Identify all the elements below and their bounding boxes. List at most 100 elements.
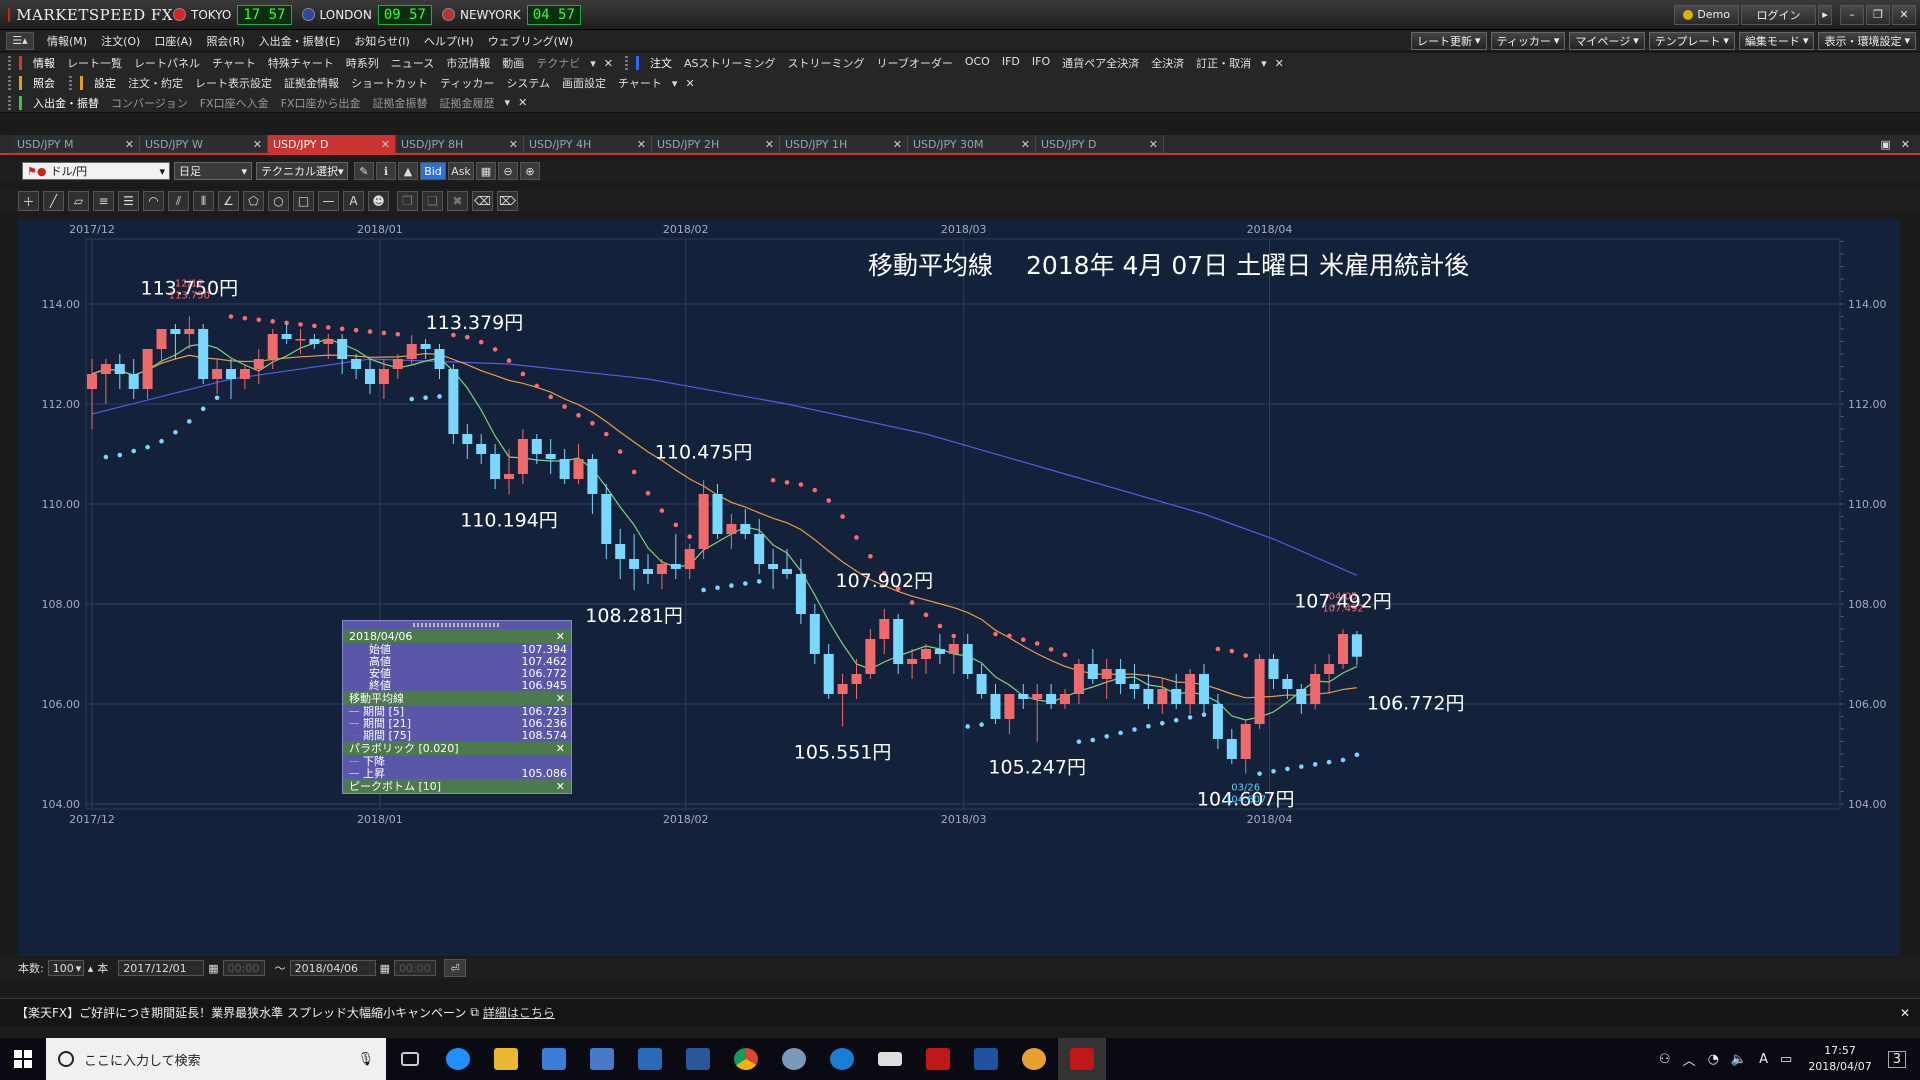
menu-item[interactable]: 口座(A) bbox=[147, 33, 199, 49]
tab-close-icon[interactable]: ✕ bbox=[1021, 138, 1030, 151]
settings-menu-item[interactable]: レート表示設定 bbox=[189, 75, 278, 91]
task-view-icon[interactable] bbox=[386, 1038, 434, 1080]
info-menu-item[interactable]: レート一覧 bbox=[61, 55, 128, 71]
tab-close-icon[interactable]: ✕ bbox=[893, 138, 902, 151]
chart-type-icon[interactable]: ▦ bbox=[476, 162, 496, 180]
chart-tab[interactable]: USD/JPY 4H ✕ bbox=[524, 135, 652, 153]
app-orange-icon[interactable] bbox=[1010, 1038, 1058, 1080]
info-icon[interactable]: ℹ bbox=[376, 162, 396, 180]
calendar-icon[interactable]: ▦ bbox=[380, 962, 390, 975]
menu-right-button[interactable]: レート更新 ▾ bbox=[1411, 31, 1487, 50]
rectangle-icon[interactable]: □ bbox=[293, 191, 314, 211]
close-icon[interactable]: ✕ bbox=[1900, 1006, 1910, 1020]
funds-menu-item[interactable]: FX口座へ入金 bbox=[194, 95, 275, 111]
word-icon[interactable] bbox=[674, 1038, 722, 1080]
tab-close-icon[interactable]: ✕ bbox=[253, 138, 262, 151]
close-icon[interactable]: ✕ bbox=[556, 780, 565, 793]
polygon-icon[interactable]: ⬠ bbox=[243, 191, 264, 211]
count-select[interactable]: 100 ▾ bbox=[47, 960, 84, 976]
menu-right-button[interactable]: 表示・環境設定 ▾ bbox=[1818, 31, 1916, 50]
bid-button[interactable]: Bid bbox=[420, 162, 446, 180]
query-head[interactable]: 照会 bbox=[27, 75, 61, 91]
dropdown-arrow-icon[interactable]: ▾ bbox=[501, 96, 515, 109]
settings-menu-item[interactable]: システム bbox=[500, 75, 556, 91]
tab-close-icon[interactable]: ✕ bbox=[125, 138, 134, 151]
tab-close-icon[interactable]: ✕ bbox=[509, 138, 518, 151]
action-center-icon[interactable]: 3 bbox=[1887, 1050, 1906, 1068]
circle-icon[interactable]: ○ bbox=[268, 191, 289, 211]
close-pane-icon[interactable]: ✕ bbox=[1901, 138, 1910, 151]
menu-right-button[interactable]: ティッカー ▾ bbox=[1490, 31, 1566, 50]
ask-button[interactable]: Ask bbox=[448, 162, 474, 180]
close-icon[interactable]: ✕ bbox=[556, 630, 565, 643]
info-menu-item[interactable]: 動画 bbox=[496, 55, 530, 71]
chrome-icon[interactable] bbox=[722, 1038, 770, 1080]
tray-expand-icon[interactable]: ︿ bbox=[1683, 1050, 1696, 1069]
erase-all-icon[interactable]: ⌦ bbox=[497, 191, 518, 211]
windows-start-icon[interactable] bbox=[0, 1038, 46, 1080]
edge-icon[interactable] bbox=[818, 1038, 866, 1080]
hlines-icon[interactable]: ≡ bbox=[93, 191, 114, 211]
close-icon[interactable]: ✕ bbox=[556, 742, 565, 755]
order-menu-item[interactable]: ASストリーミング bbox=[678, 55, 782, 71]
order-menu-item[interactable]: ストリーミング bbox=[782, 55, 871, 71]
people-icon[interactable]: ⚇ bbox=[1659, 1052, 1671, 1067]
login-arrow-icon[interactable]: ▸ bbox=[1818, 4, 1832, 25]
info-menu-item[interactable]: レートパネル bbox=[128, 55, 206, 71]
calendar-icon[interactable]: ▦ bbox=[208, 962, 218, 975]
info-panel[interactable]: 2018/04/06 ✕ 始値 107.394 高値 107.462 安値 106.772 終… bbox=[342, 620, 572, 794]
zoom-in-icon[interactable]: ⊕ bbox=[520, 162, 540, 180]
info-menu-item[interactable]: ニュース bbox=[385, 55, 440, 71]
chart-tab[interactable]: USD/JPY 30M ✕ bbox=[908, 135, 1036, 153]
chart-canvas[interactable]: 114.00 114.00 112.00 112.00 110.00 110.00 108.… bbox=[18, 219, 1900, 956]
main-menu-icon[interactable]: ☰▴ bbox=[6, 31, 34, 50]
app-window-icon[interactable] bbox=[626, 1038, 674, 1080]
technavi-link[interactable]: テクナビ bbox=[530, 55, 586, 71]
info-menu-item[interactable]: 時系列 bbox=[340, 55, 385, 71]
funds-menu-item[interactable]: コンバージョン bbox=[105, 95, 194, 111]
tab-close-icon[interactable]: ✕ bbox=[1149, 138, 1158, 151]
settings-menu-item[interactable]: ショートカット bbox=[345, 75, 434, 91]
menu-item[interactable]: 注文(O) bbox=[94, 33, 147, 49]
info-menu-item[interactable]: 特殊チャート bbox=[262, 55, 340, 71]
chart-tab[interactable]: USD/JPY 2H ✕ bbox=[652, 135, 780, 153]
settings-menu-item[interactable]: チャート bbox=[612, 75, 668, 91]
angle-icon[interactable]: ∠ bbox=[218, 191, 239, 211]
order-menu-item[interactable]: IFO bbox=[1026, 55, 1056, 71]
order-menu-item[interactable]: 全決済 bbox=[1145, 55, 1190, 71]
marketspeedfx-app-icon[interactable] bbox=[1058, 1038, 1106, 1080]
dropdown-arrow-icon[interactable]: ▾ bbox=[586, 57, 600, 70]
zoom-out-icon[interactable]: ⊖ bbox=[498, 162, 518, 180]
ruler-icon[interactable]: ▱ bbox=[68, 191, 89, 211]
funds-menu-item[interactable]: 証拠金履歴 bbox=[434, 95, 501, 111]
menu-item[interactable]: 情報(M) bbox=[40, 33, 94, 49]
technical-select[interactable]: テクニカル選択 ▾ bbox=[256, 162, 348, 180]
vlines-icon[interactable]: ⦀ bbox=[193, 191, 214, 211]
pen-icon[interactable]: ✎ bbox=[354, 162, 374, 180]
store-icon[interactable] bbox=[530, 1038, 578, 1080]
tab-close-icon[interactable]: ✕ bbox=[381, 138, 390, 151]
close-x-icon[interactable]: ✕ bbox=[600, 57, 617, 70]
explorer-icon[interactable] bbox=[482, 1038, 530, 1080]
funds-menu-item[interactable]: FX口座から出金 bbox=[275, 95, 367, 111]
info-menu-item[interactable]: 市況情報 bbox=[440, 55, 496, 71]
to-date-field[interactable]: 2018/04/06 bbox=[289, 960, 376, 976]
settings-menu-item[interactable]: 証拠金情報 bbox=[278, 75, 345, 91]
eraser-icon[interactable]: ⌫ bbox=[472, 191, 493, 211]
funds-menu-item[interactable]: 証拠金振替 bbox=[367, 95, 434, 111]
stamp-icon[interactable]: ☻ bbox=[368, 191, 389, 211]
notification-toggle-icon[interactable]: ▭ bbox=[1780, 1052, 1792, 1067]
close-x-icon[interactable]: ✕ bbox=[1271, 57, 1288, 70]
order-menu-item[interactable]: IFD bbox=[996, 55, 1026, 71]
price-chart[interactable]: 114.00 114.00 112.00 112.00 110.00 110.00 108.… bbox=[18, 219, 1900, 956]
channel-icon[interactable]: ⫽ bbox=[168, 191, 189, 211]
order-menu-item[interactable]: 通貨ペア全決済 bbox=[1056, 55, 1145, 71]
order-menu-item[interactable]: OCO bbox=[959, 55, 996, 71]
chart-tab[interactable]: USD/JPY D ✕ bbox=[1036, 135, 1164, 153]
network-icon[interactable]: ◔ bbox=[1708, 1052, 1719, 1067]
menu-right-button[interactable]: 編集モード ▾ bbox=[1738, 31, 1815, 50]
menu-item[interactable]: ウェブリング(W) bbox=[481, 33, 580, 49]
menu-right-button[interactable]: テンプレート ▾ bbox=[1648, 31, 1735, 50]
maximize-pane-icon[interactable]: ▣ bbox=[1880, 138, 1890, 151]
microphone-icon[interactable]: 🎙 bbox=[357, 1052, 374, 1067]
